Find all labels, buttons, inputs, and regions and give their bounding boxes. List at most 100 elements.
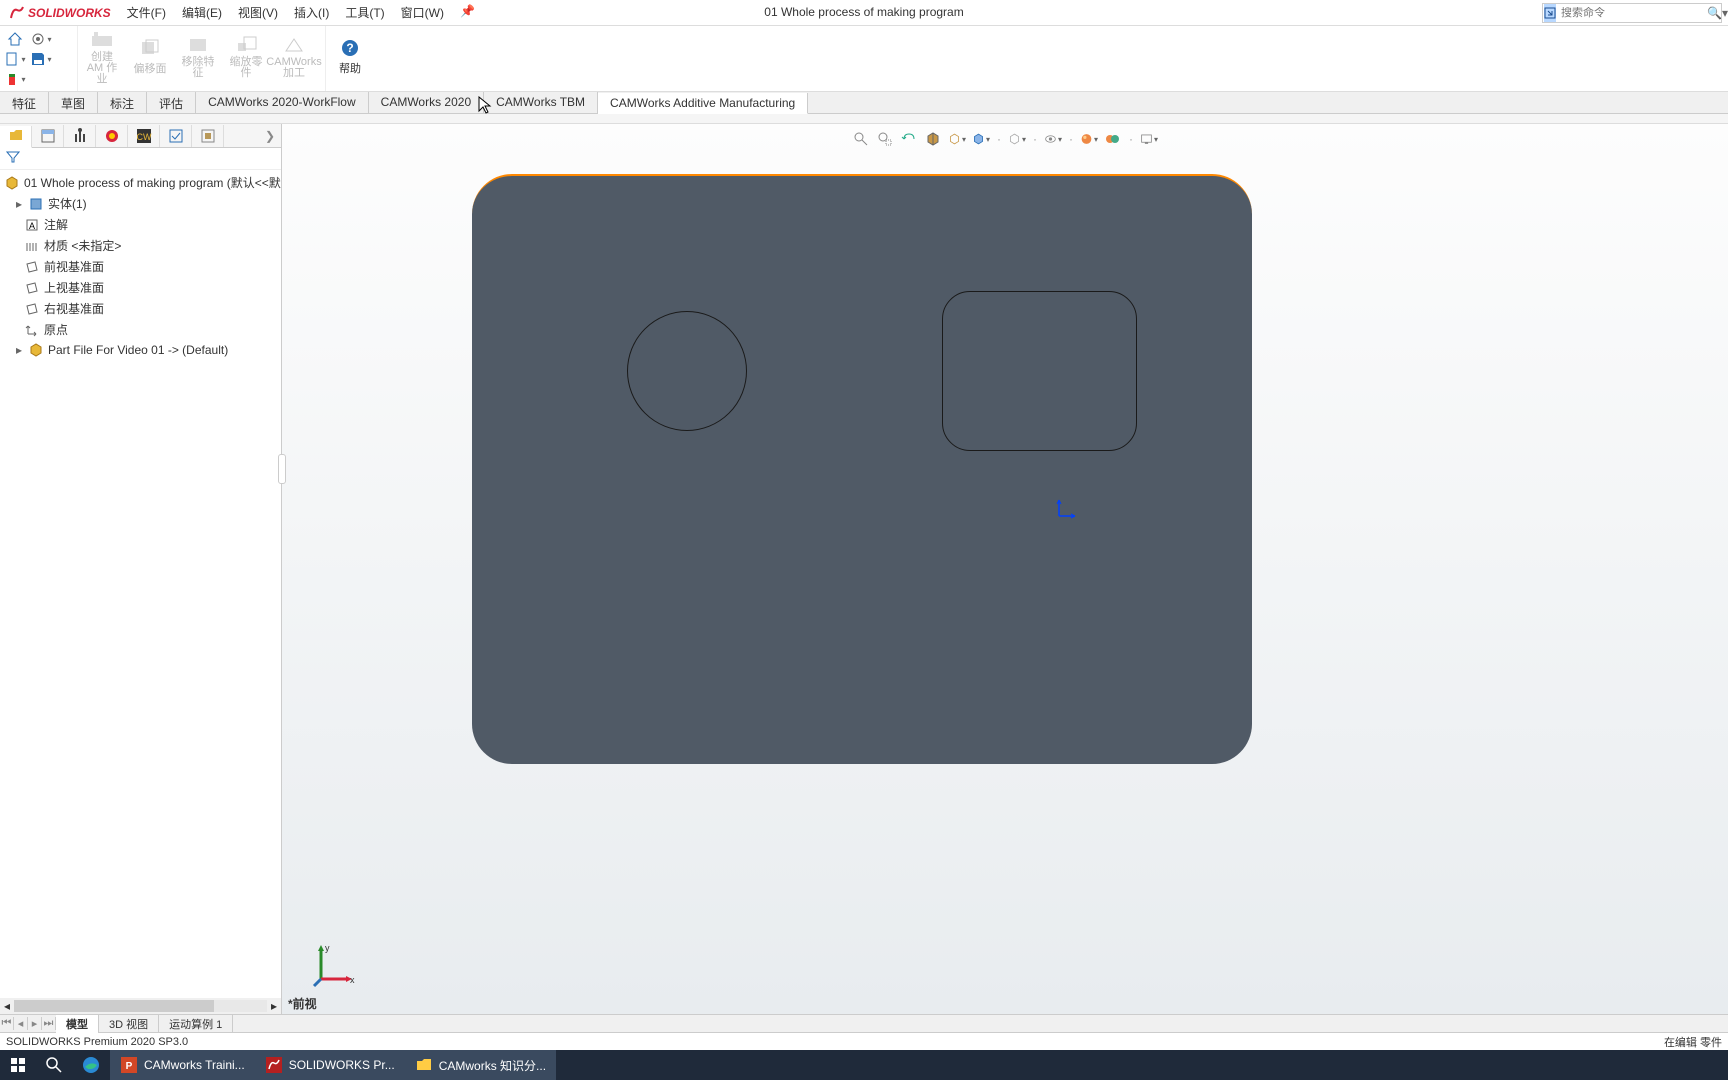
new-icon[interactable]: ▾: [4, 50, 26, 68]
menu-file[interactable]: 文件(F): [119, 0, 174, 25]
circular-feature[interactable]: [627, 311, 747, 431]
scene-icon[interactable]: [1104, 130, 1122, 148]
quick-access-group: ▾ ▾ ▾ ▾: [0, 26, 78, 91]
status-version: SOLIDWORKS Premium 2020 SP3.0: [6, 1036, 188, 1048]
zoom-area-icon[interactable]: [876, 130, 894, 148]
cursor-icon: [478, 96, 494, 116]
camworks-process-button: CAMWorks 加工: [270, 26, 318, 88]
content-area: CW ❯ 01 Whole process of making program …: [0, 124, 1728, 1014]
search-dropdown-icon[interactable]: ▾: [1722, 6, 1728, 20]
plane-icon: [24, 280, 40, 296]
prev-view-icon[interactable]: [900, 130, 918, 148]
menu-insert[interactable]: 插入(I): [286, 0, 337, 25]
menu-edit[interactable]: 编辑(E): [174, 0, 230, 25]
taskbar-app-solidworks[interactable]: SOLIDWORKS Pr...: [255, 1050, 405, 1080]
print-icon[interactable]: ▾: [4, 70, 26, 88]
search-icon[interactable]: 🔍: [1707, 6, 1722, 20]
scroll-thumb[interactable]: [14, 1000, 214, 1012]
menu-window[interactable]: 窗口(W): [393, 0, 452, 25]
command-search: 🔍 ▾: [1542, 3, 1722, 23]
tree-root[interactable]: 01 Whole process of making program (默认<<…: [0, 172, 281, 193]
zoom-fit-icon[interactable]: [852, 130, 870, 148]
view-orientation-icon[interactable]: ▾: [948, 130, 966, 148]
tree-item-solid[interactable]: ▸ 实体(1): [0, 193, 281, 214]
tab-sketch[interactable]: 草图: [49, 92, 98, 113]
create-am-job-button: 创建 AM 作 业: [78, 26, 126, 88]
panel-tab-dim[interactable]: [96, 125, 128, 147]
visibility-icon[interactable]: ▾: [1044, 130, 1062, 148]
tab-evaluate[interactable]: 评估: [147, 92, 196, 113]
graphics-viewport[interactable]: ▾ ▾ · ▾ · ▾ · ▾ · ▾ y: [282, 124, 1728, 1014]
tab-prev-icon[interactable]: ◂: [14, 1017, 28, 1030]
taskbar-app-explorer[interactable]: CAMworks 知识分...: [405, 1050, 556, 1080]
viewport-settings-icon[interactable]: ▾: [1140, 130, 1158, 148]
start-button[interactable]: [0, 1050, 36, 1080]
annotation-icon: A: [24, 217, 40, 233]
material-icon: [24, 238, 40, 254]
options-icon[interactable]: ▾: [30, 30, 52, 48]
view-tab-model[interactable]: 模型: [56, 1015, 99, 1033]
save-icon[interactable]: ▾: [30, 50, 52, 68]
panel-tab-cw2[interactable]: [160, 125, 192, 147]
tree-horizontal-scrollbar[interactable]: ◂ ▸: [0, 998, 281, 1014]
svg-text:x: x: [350, 975, 355, 985]
display-style-icon[interactable]: ▾: [972, 130, 990, 148]
panel-tab-cw1[interactable]: CW: [128, 125, 160, 147]
taskbar-search-icon[interactable]: [36, 1050, 72, 1080]
svg-text:?: ?: [346, 41, 353, 55]
document-title: 01 Whole process of making program: [764, 5, 963, 19]
tab-first-icon[interactable]: ⏮: [0, 1017, 14, 1030]
expand-icon[interactable]: ▸: [14, 343, 24, 357]
tab-annotate[interactable]: 标注: [98, 92, 147, 113]
tab-next-icon[interactable]: ▸: [28, 1017, 42, 1030]
tab-features[interactable]: 特征: [0, 92, 49, 113]
scroll-left-icon[interactable]: ◂: [4, 999, 10, 1013]
orientation-triad[interactable]: y x: [306, 939, 356, 992]
home-icon[interactable]: [4, 30, 26, 48]
scale-part-button: 缩放零 件: [222, 26, 270, 88]
panel-tab-config[interactable]: [64, 125, 96, 147]
tree-item-origin[interactable]: 原点: [0, 319, 281, 340]
panel-tab-feature-tree[interactable]: [0, 126, 32, 148]
tab-camworks-2020[interactable]: CAMWorks 2020: [369, 92, 484, 113]
hide-show-icon[interactable]: ▾: [1008, 130, 1026, 148]
imported-part-icon: [28, 342, 44, 358]
feature-manager-panel: CW ❯ 01 Whole process of making program …: [0, 124, 282, 1014]
menu-pin-icon[interactable]: 📌: [452, 0, 483, 25]
scroll-right-icon[interactable]: ▸: [271, 999, 277, 1013]
taskbar-app-powerpoint[interactable]: P CAMworks Traini...: [110, 1050, 255, 1080]
splitter-handle[interactable]: [278, 454, 286, 484]
panel-tab-property[interactable]: [32, 125, 64, 147]
svg-text:CW: CW: [136, 132, 151, 142]
panel-tab-cw3[interactable]: [192, 125, 224, 147]
expand-icon[interactable]: ▸: [14, 197, 24, 211]
model-body[interactable]: [472, 174, 1252, 764]
rounded-rect-feature[interactable]: [942, 291, 1137, 451]
view-tab-3dview[interactable]: 3D 视图: [99, 1015, 159, 1033]
tree-filter[interactable]: [0, 148, 281, 170]
status-bar: SOLIDWORKS Premium 2020 SP3.0 在编辑 零件: [0, 1032, 1728, 1050]
tree-item-imported[interactable]: ▸ Part File For Video 01 -> (Default): [0, 340, 281, 360]
view-tab-motion[interactable]: 运动算例 1: [159, 1015, 233, 1033]
search-input[interactable]: [1557, 7, 1707, 19]
ribbon-toolbar: ▾ ▾ ▾ ▾ 创建 AM 作 业 偏移面 移除特 征 缩放零 件 CAMWor…: [0, 26, 1728, 92]
taskbar-edge-icon[interactable]: [72, 1050, 110, 1080]
tab-camworks-additive[interactable]: CAMWorks Additive Manufacturing: [598, 93, 808, 114]
help-button[interactable]: ? 帮助: [326, 26, 374, 88]
tree-item-front-plane[interactable]: 前视基准面: [0, 256, 281, 277]
menu-tools[interactable]: 工具(T): [337, 0, 392, 25]
search-launch-icon[interactable]: [1544, 4, 1556, 22]
tab-camworks-workflow[interactable]: CAMWorks 2020-WorkFlow: [196, 92, 369, 113]
svg-text:P: P: [126, 1061, 133, 1072]
section-view-icon[interactable]: [924, 130, 942, 148]
tab-camworks-tbm[interactable]: CAMWorks TBM: [484, 92, 598, 113]
tree-item-annotations[interactable]: A 注解: [0, 214, 281, 235]
appearance-icon[interactable]: ▾: [1080, 130, 1098, 148]
panel-expand-icon[interactable]: ❯: [259, 129, 281, 143]
tree-item-right-plane[interactable]: 右视基准面: [0, 298, 281, 319]
tree-item-material[interactable]: 材质 <未指定>: [0, 235, 281, 256]
tab-last-icon[interactable]: ⏭: [42, 1017, 56, 1030]
heads-up-toolbar: ▾ ▾ · ▾ · ▾ · ▾ · ▾: [850, 128, 1160, 150]
tree-item-top-plane[interactable]: 上视基准面: [0, 277, 281, 298]
menu-view[interactable]: 视图(V): [230, 0, 286, 25]
